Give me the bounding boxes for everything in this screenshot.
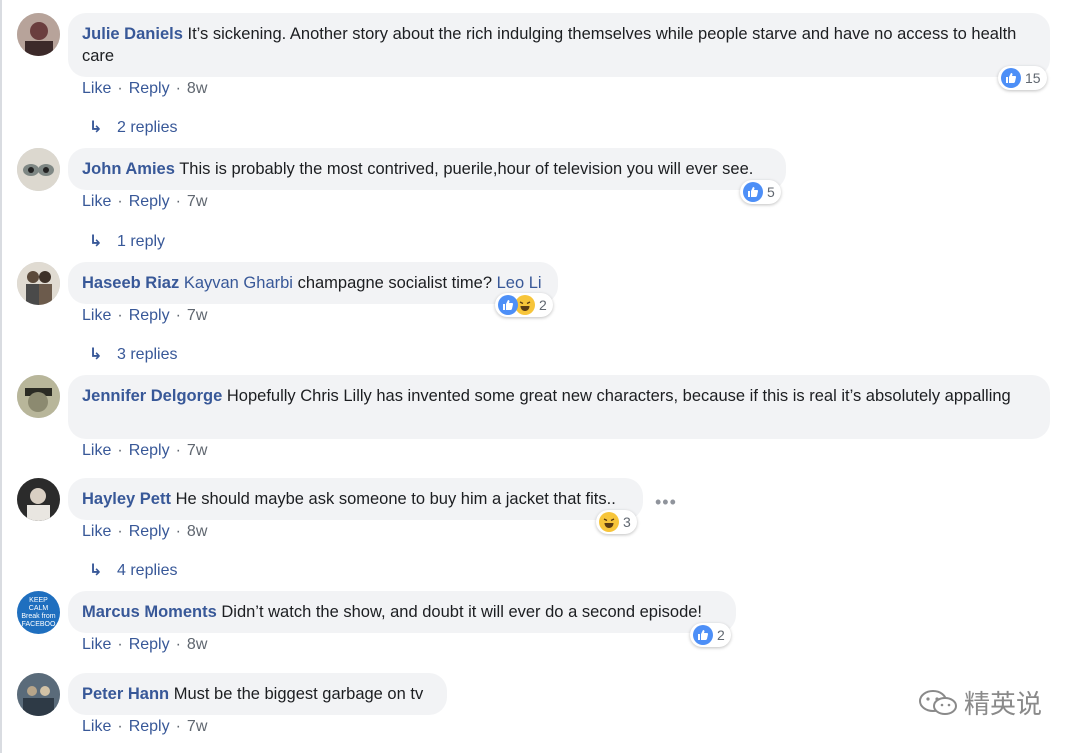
- comment-bubble: Marcus Moments Didn’t watch the show, an…: [68, 591, 736, 633]
- comment-text: Hopefully Chris Lilly has invented some …: [226, 387, 1011, 405]
- reply-arrow-icon: ↳: [89, 346, 103, 363]
- view-replies-link[interactable]: ↳ 4 replies: [89, 560, 177, 580]
- reply-link[interactable]: Reply: [129, 718, 170, 735]
- watermark: 精英说: [918, 684, 1042, 721]
- comment-actions: Like · Reply · 7w: [82, 307, 208, 324]
- reaction-count: 15: [1025, 70, 1041, 86]
- reply-link[interactable]: Reply: [129, 193, 170, 210]
- left-border: [0, 0, 2, 753]
- comment-time[interactable]: 7w: [187, 718, 207, 735]
- like-icon: [693, 625, 713, 645]
- haha-icon: [599, 512, 619, 532]
- reaction-count: 2: [717, 627, 725, 643]
- comment-author[interactable]: Julie Daniels: [82, 25, 183, 43]
- comment-time[interactable]: 8w: [187, 636, 207, 653]
- avatar-text: CALM: [28, 605, 49, 612]
- reaction-summary[interactable]: 5: [740, 180, 781, 204]
- comment-actions: Like · Reply · 8w: [82, 523, 208, 540]
- reply-arrow-icon: ↳: [89, 233, 103, 250]
- comment-time[interactable]: 7w: [187, 307, 207, 324]
- more-options-icon[interactable]: •••: [655, 492, 677, 513]
- avatar[interactable]: [17, 478, 60, 521]
- top-edge: [96, 0, 126, 2]
- comment-author[interactable]: Haseeb Riaz: [82, 274, 179, 292]
- comment-author[interactable]: Jennifer Delgorge: [82, 387, 222, 405]
- like-icon: [743, 182, 763, 202]
- comment-actions: Like · Reply · 8w: [82, 636, 208, 653]
- comment-time[interactable]: 7w: [187, 442, 207, 459]
- like-link[interactable]: Like: [82, 442, 111, 459]
- wechat-icon: [918, 689, 958, 717]
- reaction-count: 3: [623, 514, 631, 530]
- view-replies-link[interactable]: ↳ 3 replies: [89, 344, 177, 364]
- avatar[interactable]: [17, 148, 60, 191]
- reaction-summary[interactable]: 15: [998, 66, 1047, 90]
- reply-arrow-icon: ↳: [89, 119, 103, 136]
- reply-link[interactable]: Reply: [129, 307, 170, 324]
- comment-text: It’s sickening. Another story about the …: [82, 25, 1017, 65]
- reply-link[interactable]: Reply: [129, 442, 170, 459]
- avatar-text: FACEBOO: [21, 621, 56, 628]
- like-link[interactable]: Like: [82, 80, 111, 97]
- reaction-summary[interactable]: 3: [596, 510, 637, 534]
- haha-icon: [515, 295, 535, 315]
- comment-bubble: Peter Hann Must be the biggest garbage o…: [68, 673, 447, 715]
- comment-bubble: Jennifer Delgorge Hopefully Chris Lilly …: [68, 375, 1050, 439]
- replies-count: 3 replies: [117, 346, 178, 363]
- comment-author[interactable]: Hayley Pett: [82, 490, 171, 508]
- reaction-count: 2: [539, 297, 547, 313]
- avatar-text: Break from: [21, 613, 56, 620]
- view-replies-link[interactable]: ↳ 2 replies: [89, 117, 177, 137]
- replies-count: 1 reply: [117, 233, 166, 250]
- like-link[interactable]: Like: [82, 718, 111, 735]
- like-icon: [1001, 68, 1021, 88]
- comment-bubble: John Amies This is probably the most con…: [68, 148, 786, 190]
- comment-bubble: Hayley Pett He should maybe ask someone …: [68, 478, 643, 520]
- comment-text: Must be the biggest garbage on tv: [173, 685, 424, 703]
- comment-text: champagne socialist time?: [297, 274, 492, 292]
- comment-time[interactable]: 8w: [187, 523, 207, 540]
- comment-bubble: Haseeb Riaz Kayvan Gharbi champagne soci…: [68, 262, 558, 304]
- replies-count: 4 replies: [117, 562, 178, 579]
- replies-count: 2 replies: [117, 119, 178, 136]
- comment-actions: Like · Reply · 8w: [82, 80, 208, 97]
- watermark-text: 精英说: [964, 690, 1043, 720]
- comment-text: This is probably the most contrived, pue…: [179, 160, 754, 178]
- avatar[interactable]: [17, 262, 60, 305]
- avatar[interactable]: [17, 13, 60, 56]
- mention-link[interactable]: Kayvan Gharbi: [184, 274, 293, 292]
- reaction-summary[interactable]: 2: [495, 293, 553, 317]
- avatar-text: KEEP: [29, 597, 48, 604]
- comment-author[interactable]: Marcus Moments: [82, 603, 217, 621]
- comment-text: Didn’t watch the show, and doubt it will…: [221, 603, 703, 621]
- comment-actions: Like · Reply · 7w: [82, 718, 208, 735]
- comment-author[interactable]: Peter Hann: [82, 685, 169, 703]
- comment-text: He should maybe ask someone to buy him a…: [175, 490, 616, 508]
- like-icon: [498, 295, 518, 315]
- like-link[interactable]: Like: [82, 523, 111, 540]
- avatar[interactable]: [17, 375, 60, 418]
- comment-author[interactable]: John Amies: [82, 160, 175, 178]
- reaction-summary[interactable]: 2: [690, 623, 731, 647]
- avatar[interactable]: [17, 673, 60, 716]
- reaction-count: 5: [767, 184, 775, 200]
- mention-link[interactable]: Leo Li: [497, 274, 542, 292]
- comment-actions: Like · Reply · 7w: [82, 442, 208, 459]
- like-link[interactable]: Like: [82, 636, 111, 653]
- view-replies-link[interactable]: ↳ 1 reply: [89, 231, 165, 251]
- reply-arrow-icon: ↳: [89, 562, 103, 579]
- comment-bubble: Julie Daniels It’s sickening. Another st…: [68, 13, 1050, 77]
- like-link[interactable]: Like: [82, 193, 111, 210]
- avatar[interactable]: KEEP CALM Break from FACEBOO: [17, 591, 60, 634]
- comment-time[interactable]: 8w: [187, 80, 207, 97]
- comment-actions: Like · Reply · 7w: [82, 193, 208, 210]
- reply-link[interactable]: Reply: [129, 80, 170, 97]
- like-link[interactable]: Like: [82, 307, 111, 324]
- comment-time[interactable]: 7w: [187, 193, 207, 210]
- reply-link[interactable]: Reply: [129, 636, 170, 653]
- reply-link[interactable]: Reply: [129, 523, 170, 540]
